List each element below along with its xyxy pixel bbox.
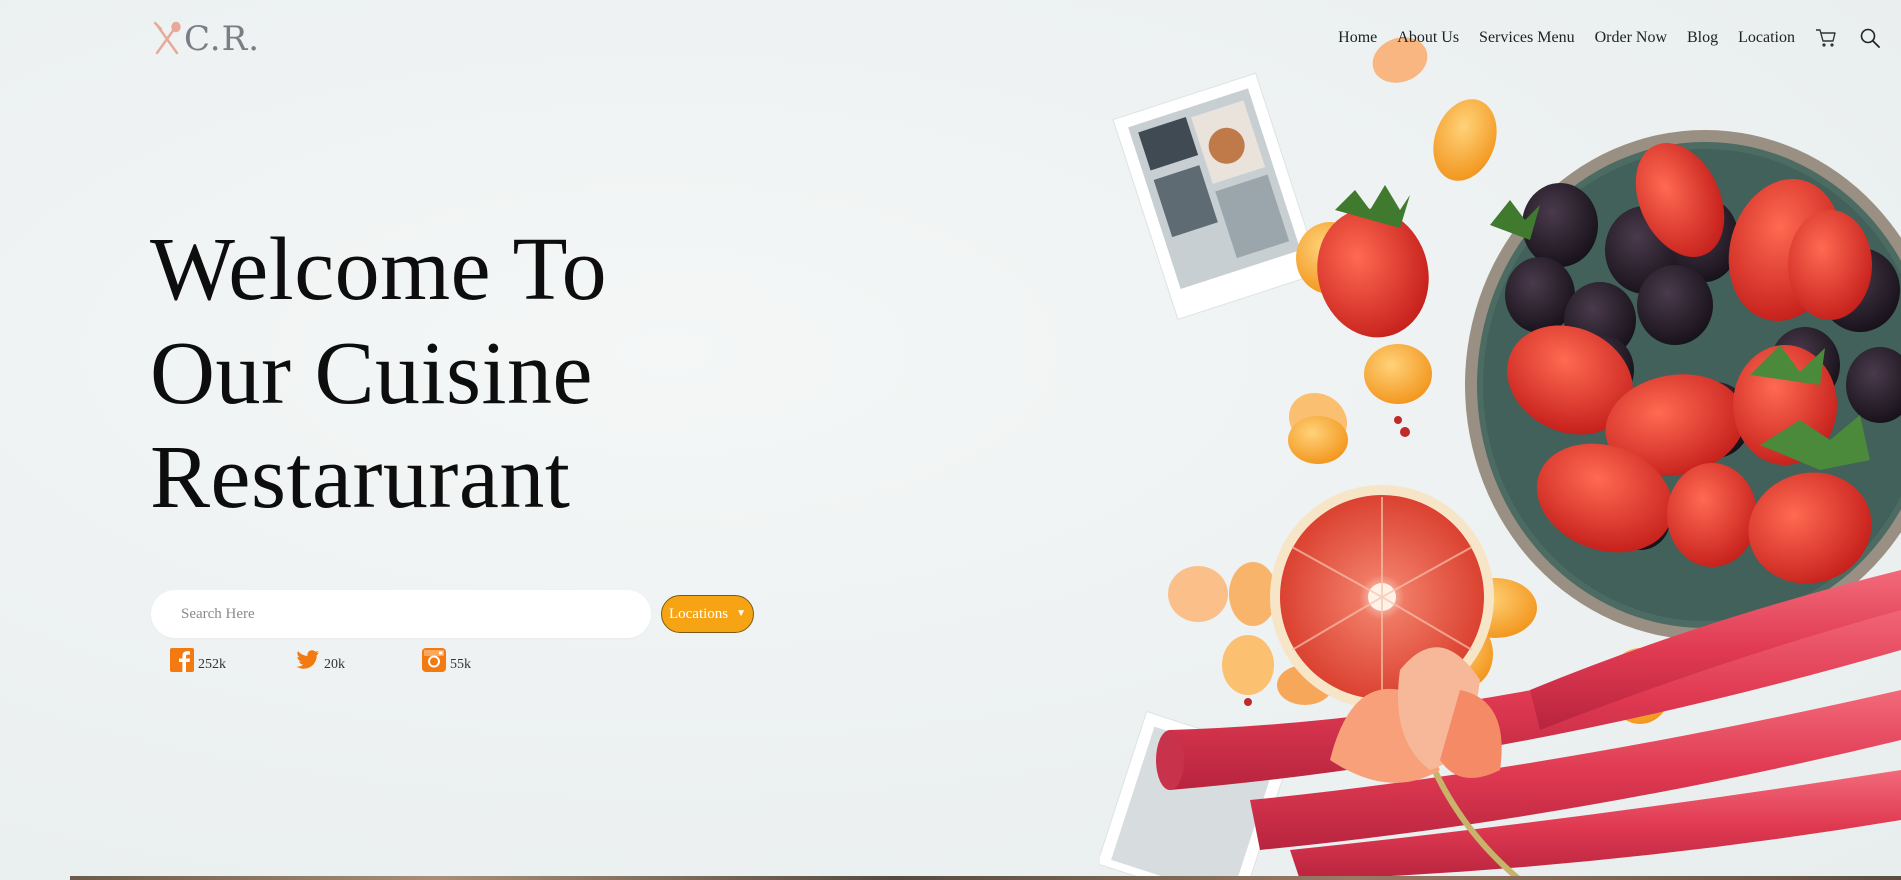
search-input[interactable]: [151, 590, 651, 638]
social-stats: 252k 20k 55k: [170, 648, 548, 672]
instagram-icon: [422, 648, 446, 672]
nav-item-order-now[interactable]: Order Now: [1595, 29, 1667, 47]
crossed-fork-spoon-icon: [153, 21, 181, 55]
hero-title-line-3: Restarurant: [150, 428, 571, 527]
nav-item-location[interactable]: Location: [1738, 29, 1795, 47]
social-instagram[interactable]: 55k: [422, 648, 548, 672]
nav-item-home[interactable]: Home: [1338, 29, 1377, 47]
twitter-count: 20k: [324, 657, 345, 672]
nav-item-blog[interactable]: Blog: [1687, 29, 1718, 47]
brand-logo[interactable]: C.R.: [152, 16, 260, 62]
facebook-icon: [170, 648, 194, 672]
hero-title: Welcome To Our Cuisine Restarurant: [150, 218, 870, 530]
cart-icon[interactable]: [1815, 27, 1837, 49]
search-bar: Locations ▼: [151, 590, 754, 638]
nav-item-about-us[interactable]: About Us: [1397, 29, 1459, 47]
bottom-image-strip: [70, 876, 1901, 880]
hero-title-line-1: Welcome To: [150, 220, 608, 319]
twitter-icon: [296, 650, 319, 669]
facebook-count: 252k: [198, 657, 226, 672]
main-nav: Home About Us Services Menu Order Now Bl…: [1338, 22, 1881, 54]
nav-item-services-menu[interactable]: Services Menu: [1479, 29, 1575, 47]
social-twitter[interactable]: 20k: [296, 648, 422, 672]
hero-title-line-2: Our Cuisine: [150, 324, 593, 423]
fruit-bowl-image: [1100, 37, 1901, 880]
landing-page: C.R. Home About Us Services Menu Order N…: [0, 0, 1901, 880]
locations-dropdown[interactable]: Locations ▼: [661, 595, 754, 633]
chevron-down-icon: ▼: [736, 607, 747, 619]
instagram-count: 55k: [450, 657, 471, 672]
social-facebook[interactable]: 252k: [170, 648, 296, 672]
search-icon[interactable]: [1859, 27, 1881, 49]
locations-dropdown-label: Locations: [668, 605, 729, 622]
brand-name: C.R.: [184, 19, 261, 59]
